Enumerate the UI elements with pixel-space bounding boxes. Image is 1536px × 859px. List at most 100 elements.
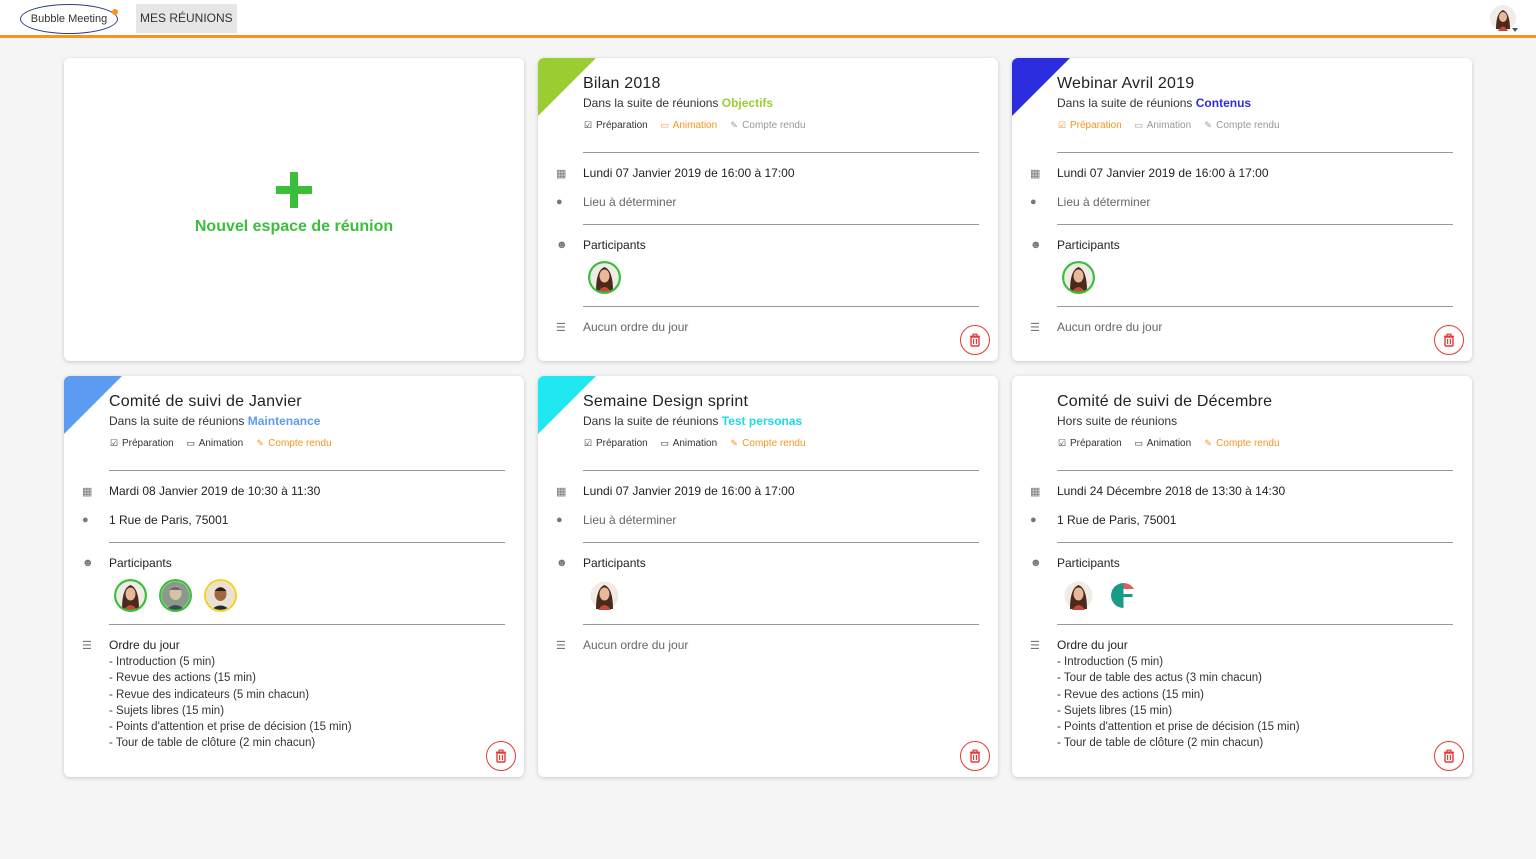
- participant-avatar-icon[interactable]: [1062, 261, 1095, 294]
- meeting-card[interactable]: Comité de suivi de Janvier Dans la suite …: [64, 376, 524, 777]
- phase-compte-rendu[interactable]: ✎ Compte rendu: [1203, 438, 1279, 449]
- suite-prefix: Dans la suite de réunions: [109, 414, 248, 428]
- participants-row: ☻ Participants: [1030, 554, 1453, 572]
- divider: [583, 224, 979, 225]
- meeting-card[interactable]: Webinar Avril 2019 Dans la suite de réuni…: [1012, 58, 1472, 361]
- trash-icon: [1442, 749, 1456, 763]
- phase-preparation[interactable]: ☑ Préparation: [583, 438, 648, 449]
- phase-animation[interactable]: ▭ Animation: [1134, 120, 1191, 131]
- participant-avatar-icon[interactable]: [588, 579, 621, 612]
- meeting-date: Mardi 08 Janvier 2019 de 10:30 à 11:30: [109, 484, 321, 498]
- phase-animation[interactable]: ▭ Animation: [186, 438, 243, 449]
- new-meeting-card[interactable]: Nouvel espace de réunion: [64, 58, 524, 361]
- phase-compte-rendu-icon: ✎: [730, 120, 738, 130]
- participant-avatar-icon[interactable]: [588, 261, 621, 294]
- participant-avatar-icon[interactable]: [1107, 579, 1140, 612]
- phase-preparation[interactable]: ☑ Préparation: [1057, 120, 1122, 131]
- calendar-icon: ▦: [1030, 167, 1041, 180]
- phase-list: ☑ Préparation ▭ Animation ✎ Compte rendu: [583, 438, 806, 449]
- meeting-card[interactable]: Bilan 2018 Dans la suite de réunions Obje…: [538, 58, 998, 361]
- phase-animation-icon: ▭: [1134, 438, 1143, 448]
- meeting-date: Lundi 24 Décembre 2018 de 13:30 à 14:30: [1057, 484, 1286, 498]
- participants-icon: ☻: [1030, 239, 1042, 251]
- participants-row: ☻ Participants: [556, 236, 979, 254]
- nav-tab-mes-reunions[interactable]: MES RÉUNIONS: [136, 4, 237, 33]
- agenda-row: ☰ Ordre du jour: [82, 636, 505, 654]
- meeting-date: Lundi 07 Janvier 2019 de 16:00 à 17:00: [583, 484, 795, 498]
- meeting-title[interactable]: Comité de suivi de Décembre: [1057, 393, 1272, 411]
- calendar-icon: ▦: [556, 485, 567, 498]
- participant-avatar-icon[interactable]: [114, 579, 147, 612]
- meeting-suite-line: Dans la suite de réunions Objectifs: [583, 96, 773, 110]
- plus-icon: [276, 171, 312, 208]
- user-menu-caret-icon[interactable]: [1512, 28, 1518, 32]
- date-row: ▦ Mardi 08 Janvier 2019 de 10:30 à 11:30: [82, 482, 505, 500]
- phase-compte-rendu-icon: ✎: [730, 438, 738, 448]
- meeting-title[interactable]: Webinar Avril 2019: [1057, 75, 1194, 93]
- meeting-date: Lundi 07 Janvier 2019 de 16:00 à 17:00: [1057, 166, 1269, 180]
- top-bar: Bubble Meeting MES RÉUNIONS: [0, 0, 1536, 38]
- phase-preparation-label: Préparation: [1070, 120, 1122, 131]
- agenda-item: - Revue des actions (15 min): [1057, 688, 1205, 701]
- divider: [583, 306, 979, 307]
- app-logo[interactable]: Bubble Meeting: [20, 4, 118, 34]
- phase-compte-rendu[interactable]: ✎ Compte rendu: [729, 120, 805, 131]
- suite-name[interactable]: Maintenance: [248, 414, 321, 428]
- phase-compte-rendu[interactable]: ✎ Compte rendu: [1203, 120, 1279, 131]
- agenda-title: Ordre du jour: [1057, 638, 1128, 652]
- delete-button[interactable]: [1434, 741, 1464, 771]
- phase-preparation[interactable]: ☑ Préparation: [109, 438, 174, 449]
- participants-label: Participants: [583, 556, 646, 570]
- delete-button[interactable]: [960, 741, 990, 771]
- phase-compte-rendu[interactable]: ✎ Compte rendu: [255, 438, 331, 449]
- divider: [583, 542, 979, 543]
- phase-list: ☑ Préparation ▭ Animation ✎ Compte rendu: [583, 120, 806, 131]
- no-agenda-text: Aucun ordre du jour: [583, 320, 689, 334]
- phase-compte-rendu-label: Compte rendu: [742, 120, 806, 131]
- suite-prefix: Dans la suite de réunions: [583, 414, 722, 428]
- meeting-suite-line: Hors suite de réunions: [1057, 414, 1178, 428]
- app-logo-text: Bubble Meeting: [30, 13, 108, 25]
- divider: [1057, 624, 1453, 625]
- phase-animation[interactable]: ▭ Animation: [1134, 438, 1191, 449]
- agenda-list: - Introduction (5 min) - Tour de table de…: [1057, 654, 1300, 752]
- agenda-item: - Tour de table de clôture (2 min chacun…: [1057, 737, 1264, 750]
- phase-list: ☑ Préparation ▭ Animation ✎ Compte rendu: [109, 438, 332, 449]
- delete-button[interactable]: [960, 325, 990, 355]
- phase-list: ☑ Préparation ▭ Animation ✎ Compte rendu: [1057, 120, 1280, 131]
- participant-avatars: [1062, 261, 1095, 294]
- delete-button[interactable]: [1434, 325, 1464, 355]
- calendar-icon: ▦: [1030, 485, 1041, 498]
- delete-button[interactable]: [486, 741, 516, 771]
- agenda-title: Ordre du jour: [109, 638, 180, 652]
- phase-compte-rendu[interactable]: ✎ Compte rendu: [729, 438, 805, 449]
- meeting-title[interactable]: Comité de suivi de Janvier: [109, 393, 302, 411]
- divider: [1057, 152, 1453, 153]
- location-row: ● Lieu à déterminer: [556, 193, 979, 211]
- suite-name[interactable]: Objectifs: [722, 96, 773, 110]
- date-row: ▦ Lundi 07 Janvier 2019 de 16:00 à 17:00: [1030, 164, 1453, 182]
- participant-avatar-icon[interactable]: [204, 579, 237, 612]
- phase-preparation-label: Préparation: [1070, 438, 1122, 449]
- meeting-location: Lieu à déterminer: [583, 513, 677, 527]
- participant-avatar-icon[interactable]: [159, 579, 192, 612]
- phase-animation[interactable]: ▭ Animation: [660, 120, 717, 131]
- phase-animation-label: Animation: [1146, 438, 1192, 449]
- divider: [109, 624, 505, 625]
- participants-icon: ☻: [556, 239, 568, 251]
- suite-name[interactable]: Test personas: [722, 414, 802, 428]
- phase-preparation[interactable]: ☑ Préparation: [583, 120, 648, 131]
- meeting-card[interactable]: Comité de suivi de Décembre Hors suite de…: [1012, 376, 1472, 777]
- participants-icon: ☻: [1030, 557, 1042, 569]
- meeting-location: 1 Rue de Paris, 75001: [109, 513, 229, 527]
- phase-animation[interactable]: ▭ Animation: [660, 438, 717, 449]
- meeting-card[interactable]: Semaine Design sprint Dans la suite de ré…: [538, 376, 998, 777]
- participant-avatar-icon[interactable]: [1062, 579, 1095, 612]
- divider: [583, 152, 979, 153]
- suite-name[interactable]: Contenus: [1196, 96, 1251, 110]
- meeting-title[interactable]: Bilan 2018: [583, 75, 661, 93]
- phase-preparation[interactable]: ☑ Préparation: [1057, 438, 1122, 449]
- no-agenda-text: Aucun ordre du jour: [583, 638, 689, 652]
- trash-icon: [968, 749, 982, 763]
- meeting-title[interactable]: Semaine Design sprint: [583, 393, 748, 411]
